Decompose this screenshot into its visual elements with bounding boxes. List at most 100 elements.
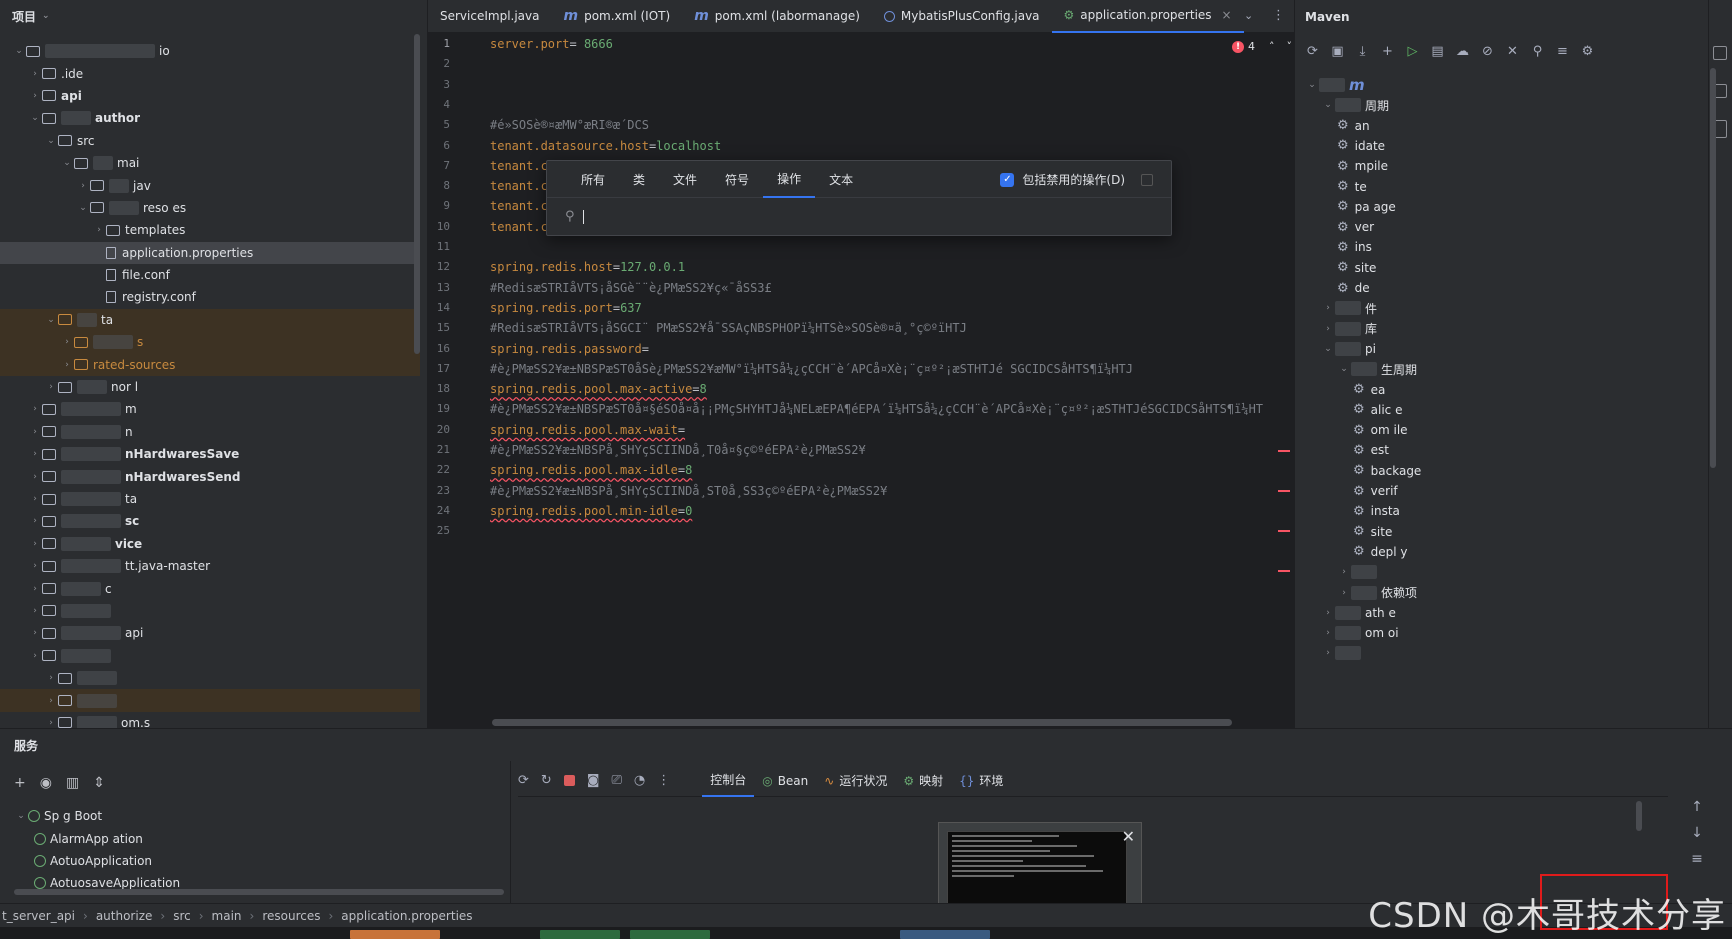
- error-stripe-mark[interactable]: [1278, 450, 1290, 452]
- run-tab[interactable]: 控制台: [702, 765, 755, 797]
- search-scope-tab[interactable]: 所有: [567, 161, 619, 198]
- maven-tree-item[interactable]: ⚙ ins: [1337, 236, 1372, 258]
- maven-tree-item[interactable]: › 依赖项: [1337, 582, 1417, 604]
- chevron-icon[interactable]: ›: [1337, 567, 1351, 577]
- next-error-icon[interactable]: ˅: [1287, 40, 1293, 53]
- chevron-right-icon[interactable]: ›: [28, 539, 42, 549]
- rerun-icon[interactable]: ⟳: [518, 773, 529, 788]
- up-arrow-icon[interactable]: ↑: [1691, 799, 1703, 815]
- service-item[interactable]: ⌄ Sp g Boot: [0, 805, 510, 827]
- error-indicator[interactable]: ! 4 ˄ ˅: [1232, 40, 1292, 53]
- tree-item[interactable]: ›: [0, 645, 420, 667]
- chevron-down-icon[interactable]: ⌄: [60, 158, 74, 168]
- maven-tree-item[interactable]: ⚙ idate: [1337, 135, 1385, 157]
- code-line[interactable]: #RedisæSTRIåVTS¡åSGè¨¨è¿PMæSS2¥ç«¯åSS3£: [490, 281, 772, 295]
- chevron-right-icon[interactable]: ›: [28, 69, 42, 79]
- tree-item[interactable]: ⌄ ta: [0, 308, 420, 332]
- services-scrollbar[interactable]: [14, 889, 504, 895]
- chevron-icon[interactable]: ⌄: [1321, 344, 1335, 354]
- code-line[interactable]: spring.redis.port=637: [490, 301, 642, 315]
- tree-item[interactable]: file.conf: [0, 264, 420, 286]
- tree-item[interactable]: ›: [0, 600, 420, 622]
- chevron-down-icon[interactable]: ⌄: [42, 11, 50, 21]
- editor-tab[interactable]: ⚙ application.properties ×: [1051, 0, 1244, 33]
- code-line[interactable]: #è¿PMæSS2¥æ±NBSPæST0åSè¿PMæSS2¥æMW°ï¼HTS…: [490, 362, 1133, 376]
- chevron-right-icon[interactable]: ›: [28, 449, 42, 459]
- tree-item[interactable]: › vice: [0, 533, 420, 555]
- more-icon[interactable]: ⋮: [657, 773, 670, 788]
- plus-icon[interactable]: +: [1380, 44, 1395, 59]
- filter-icon[interactable]: [1141, 173, 1153, 186]
- tree-item[interactable]: ⌄ src: [0, 130, 420, 152]
- chevron-icon[interactable]: ›: [1337, 588, 1351, 598]
- tree-item[interactable]: › nHardwaresSend: [0, 465, 420, 487]
- offline-icon[interactable]: ☁: [1455, 44, 1470, 59]
- expand-collapse-icon[interactable]: ⇕: [93, 775, 105, 791]
- camera-icon[interactable]: ◙: [587, 773, 600, 788]
- chevron-icon[interactable]: ⌄: [1305, 80, 1319, 90]
- skip-tests-icon[interactable]: ⊘: [1480, 44, 1495, 59]
- search-scope-tab[interactable]: 操作: [763, 161, 816, 198]
- code-line[interactable]: #è¿PMæSS2¥æ±NBSPå¸SHYçSCIINDå¸ST0å¸SS3ç©…: [490, 484, 887, 498]
- maven-tree-item[interactable]: ⌄ 周期: [1321, 94, 1389, 116]
- service-item[interactable]: AotuoApplication: [0, 850, 510, 872]
- code-line[interactable]: tenant.c: [490, 179, 548, 193]
- tree-item[interactable]: › s: [0, 331, 420, 354]
- maven-tree-item[interactable]: ⌄ 生周期: [1337, 358, 1417, 380]
- breadcrumb-item[interactable]: authorize: [96, 909, 153, 923]
- maven-tree-item[interactable]: ⚙ te: [1337, 176, 1367, 198]
- chevron-right-icon[interactable]: ›: [60, 337, 74, 347]
- chevron-icon[interactable]: ⌄: [1321, 100, 1335, 110]
- console-scrollbar[interactable]: [1636, 801, 1642, 831]
- maven-tree-item[interactable]: › 库: [1321, 318, 1377, 340]
- pin-icon[interactable]: ◔: [634, 773, 645, 788]
- maven-tree-item[interactable]: › ath e: [1321, 602, 1396, 624]
- chevron-right-icon[interactable]: ›: [28, 427, 42, 437]
- tree-item[interactable]: ›: [0, 667, 420, 689]
- project-scrollbar[interactable]: [414, 34, 420, 354]
- breadcrumb-item[interactable]: main: [212, 909, 242, 923]
- tree-item[interactable]: › jav: [0, 174, 420, 196]
- restart-icon[interactable]: ↻: [541, 773, 552, 788]
- run-tab[interactable]: ⚙ 映射: [895, 765, 951, 797]
- maven-tree-item[interactable]: ⚙ pa age: [1337, 196, 1396, 218]
- editor-horizontal-scrollbar[interactable]: [492, 719, 1232, 726]
- search-scope-tab[interactable]: 文本: [815, 161, 867, 198]
- tree-item[interactable]: ⌄ io: [0, 40, 420, 62]
- tree-item[interactable]: › templates: [0, 219, 420, 241]
- stop-icon[interactable]: [563, 775, 575, 786]
- code-line[interactable]: spring.redis.pool.max-wait=: [490, 423, 685, 437]
- chevron-right-icon[interactable]: ›: [28, 516, 42, 526]
- align-icon[interactable]: ≡: [1555, 44, 1570, 59]
- search-input[interactable]: [582, 209, 584, 224]
- search-scope-tab[interactable]: 符号: [711, 161, 763, 198]
- maven-tree-item[interactable]: ⚙ backage: [1353, 460, 1421, 482]
- chevron-right-icon[interactable]: ›: [28, 606, 42, 616]
- maven-tree-item[interactable]: ⚙ ea: [1353, 379, 1385, 401]
- tree-item[interactable]: › nHardwaresSave: [0, 443, 420, 465]
- services-divider[interactable]: [510, 761, 518, 904]
- chevron-right-icon[interactable]: ›: [28, 404, 42, 414]
- include-disabled-checkbox[interactable]: ✓ 包括禁用的操作(D): [1000, 171, 1153, 188]
- chevron-right-icon[interactable]: ›: [28, 651, 42, 661]
- run-tab[interactable]: ◎ Bean: [754, 765, 816, 797]
- wrap-icon[interactable]: ≡: [1691, 851, 1703, 867]
- code-line[interactable]: #è¿PMæSS2¥æ±NBSPæST0å¤§éSOå¤å¡¡PMçSHYHTJ…: [490, 402, 1263, 416]
- tree-item[interactable]: ⌄ mai: [0, 152, 420, 174]
- code-line[interactable]: spring.redis.pool.max-active=8: [490, 382, 707, 396]
- tree-item[interactable]: › n: [0, 421, 420, 443]
- code-line[interactable]: tenant.c: [490, 220, 548, 234]
- chevron-down-icon[interactable]: ⌄: [28, 113, 42, 123]
- tree-item[interactable]: › c: [0, 577, 420, 599]
- run-tab[interactable]: ∿ 运行状况: [816, 765, 895, 797]
- chevron-icon[interactable]: ›: [1321, 324, 1335, 334]
- code-line[interactable]: tenant.c: [490, 159, 548, 173]
- tree-item[interactable]: › tt.java-master: [0, 555, 420, 577]
- tree-item[interactable]: › .ide: [0, 62, 420, 84]
- tree-item[interactable]: › api: [0, 622, 420, 644]
- code-line[interactable]: spring.redis.password=: [490, 342, 649, 356]
- chevron-icon[interactable]: ⌄: [1337, 364, 1351, 374]
- settings-icon[interactable]: ⚙: [1580, 44, 1595, 59]
- chevron-right-icon[interactable]: ›: [44, 673, 58, 683]
- maven-tree-item[interactable]: ⚙ depl y: [1353, 541, 1408, 563]
